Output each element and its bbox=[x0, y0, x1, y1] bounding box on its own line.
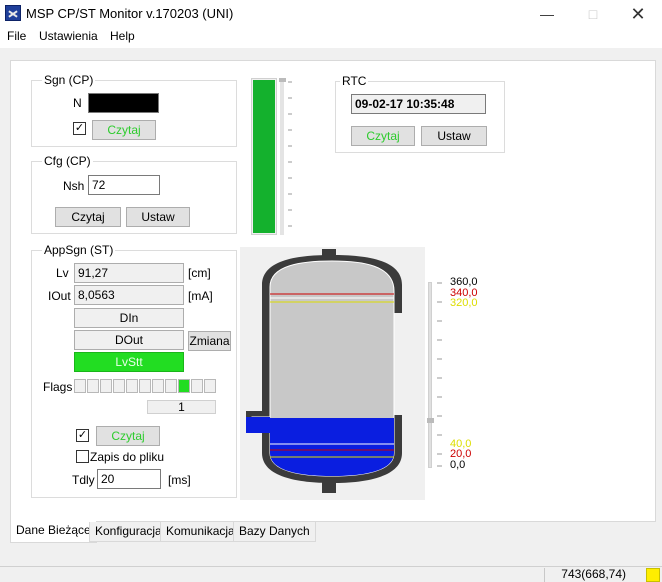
appsgn-read-checkbox[interactable]: ✓ bbox=[76, 429, 89, 442]
rtc-read-button[interactable]: Czytaj bbox=[351, 126, 415, 146]
tab-communication[interactable]: Komunikacja bbox=[160, 522, 241, 542]
iout-field[interactable]: 8,0563 bbox=[74, 285, 184, 305]
flag-bit bbox=[178, 379, 190, 393]
cfg-set-button[interactable]: Ustaw bbox=[126, 207, 190, 227]
level-bar-thumb[interactable] bbox=[279, 78, 286, 82]
rtc-datetime-field[interactable]: 09-02-17 10:35:48 bbox=[351, 94, 486, 114]
appsgn-read-button[interactable]: Czytaj bbox=[96, 426, 160, 446]
status-coordinates: 743(668,74) bbox=[561, 567, 626, 581]
tank-graphic bbox=[246, 249, 402, 493]
minimize-button[interactable]: — bbox=[524, 0, 570, 28]
tab-current-data[interactable]: Dane Bieżące bbox=[10, 521, 97, 543]
cfg-group-label: Cfg (CP) bbox=[42, 154, 93, 168]
level-bar-fill bbox=[253, 80, 275, 233]
flag-bit bbox=[87, 379, 99, 393]
level-bar-track bbox=[280, 78, 284, 235]
scale-high1-label: 320,0 bbox=[450, 297, 478, 309]
flag-bit bbox=[165, 379, 177, 393]
tab-databases[interactable]: Bazy Danych bbox=[233, 522, 316, 542]
menu-settings[interactable]: Ustawienia bbox=[39, 29, 98, 43]
sgn-group-label: Sgn (CP) bbox=[42, 73, 96, 87]
nsh-label: Nsh bbox=[63, 179, 85, 193]
change-button[interactable]: Zmiana bbox=[188, 331, 231, 351]
appsgn-group-label: AppSgn (ST) bbox=[42, 243, 116, 257]
sgn-read-checkbox[interactable]: ✓ bbox=[73, 122, 86, 135]
flag-value: 1 bbox=[147, 400, 216, 414]
iout-unit: [mA] bbox=[188, 289, 213, 303]
din-indicator: DIn bbox=[74, 308, 184, 328]
status-indicator bbox=[646, 568, 660, 582]
rtc-set-button[interactable]: Ustaw bbox=[421, 126, 487, 146]
maximize-button[interactable]: □ bbox=[570, 0, 616, 28]
lv-unit: [cm] bbox=[188, 266, 211, 280]
lv-field[interactable]: 91,27 bbox=[74, 263, 184, 283]
tank-scale-track bbox=[428, 282, 432, 468]
tab-configuration[interactable]: Konfiguracja bbox=[89, 522, 168, 542]
flag-bit bbox=[191, 379, 203, 393]
status-pane-main bbox=[0, 568, 545, 582]
log-to-file-checkbox[interactable] bbox=[76, 450, 89, 463]
window-title: MSP CP/ST Monitor v.170203 (UNI) bbox=[26, 6, 234, 21]
level-bar-ticks bbox=[288, 81, 292, 227]
flag-bit bbox=[113, 379, 125, 393]
title-bar: MSP CP/ST Monitor v.170203 (UNI) — □ ✕ bbox=[0, 0, 662, 28]
tank-scale-thumb[interactable] bbox=[427, 418, 434, 423]
tdly-field[interactable]: 20 bbox=[97, 469, 161, 489]
scale-bottom-label: 0,0 bbox=[450, 459, 466, 471]
n-label: N bbox=[73, 96, 82, 110]
status-bar: 743(668,74) bbox=[0, 566, 662, 582]
flag-bit bbox=[74, 379, 86, 393]
menu-file[interactable]: File bbox=[7, 29, 26, 43]
dout-indicator: DOut bbox=[74, 330, 184, 350]
nsh-field[interactable]: 72 bbox=[88, 175, 160, 195]
tdly-unit: [ms] bbox=[168, 473, 191, 487]
n-field[interactable] bbox=[88, 93, 159, 113]
tank-scale-ticks bbox=[437, 282, 442, 467]
flags-row bbox=[74, 379, 216, 393]
flags-label: Flags bbox=[43, 380, 73, 394]
tdly-label: Tdly bbox=[72, 473, 95, 487]
close-button[interactable]: ✕ bbox=[615, 0, 661, 28]
menu-bar: File Ustawienia Help bbox=[0, 28, 662, 48]
flag-bit bbox=[152, 379, 164, 393]
log-to-file-label: Zapis do pliku bbox=[90, 450, 165, 464]
sgn-read-button[interactable]: Czytaj bbox=[92, 120, 156, 140]
menu-help[interactable]: Help bbox=[110, 29, 135, 43]
flag-bit bbox=[100, 379, 112, 393]
flag-bit bbox=[139, 379, 151, 393]
app-icon bbox=[5, 5, 21, 21]
lv-label: Lv bbox=[56, 266, 69, 280]
rtc-group-label: RTC bbox=[340, 74, 369, 88]
flag-bit bbox=[126, 379, 138, 393]
iout-label: IOut bbox=[48, 289, 71, 303]
lvstt-indicator: LvStt bbox=[74, 352, 184, 372]
cfg-read-button[interactable]: Czytaj bbox=[55, 207, 121, 227]
flag-bit bbox=[204, 379, 216, 393]
